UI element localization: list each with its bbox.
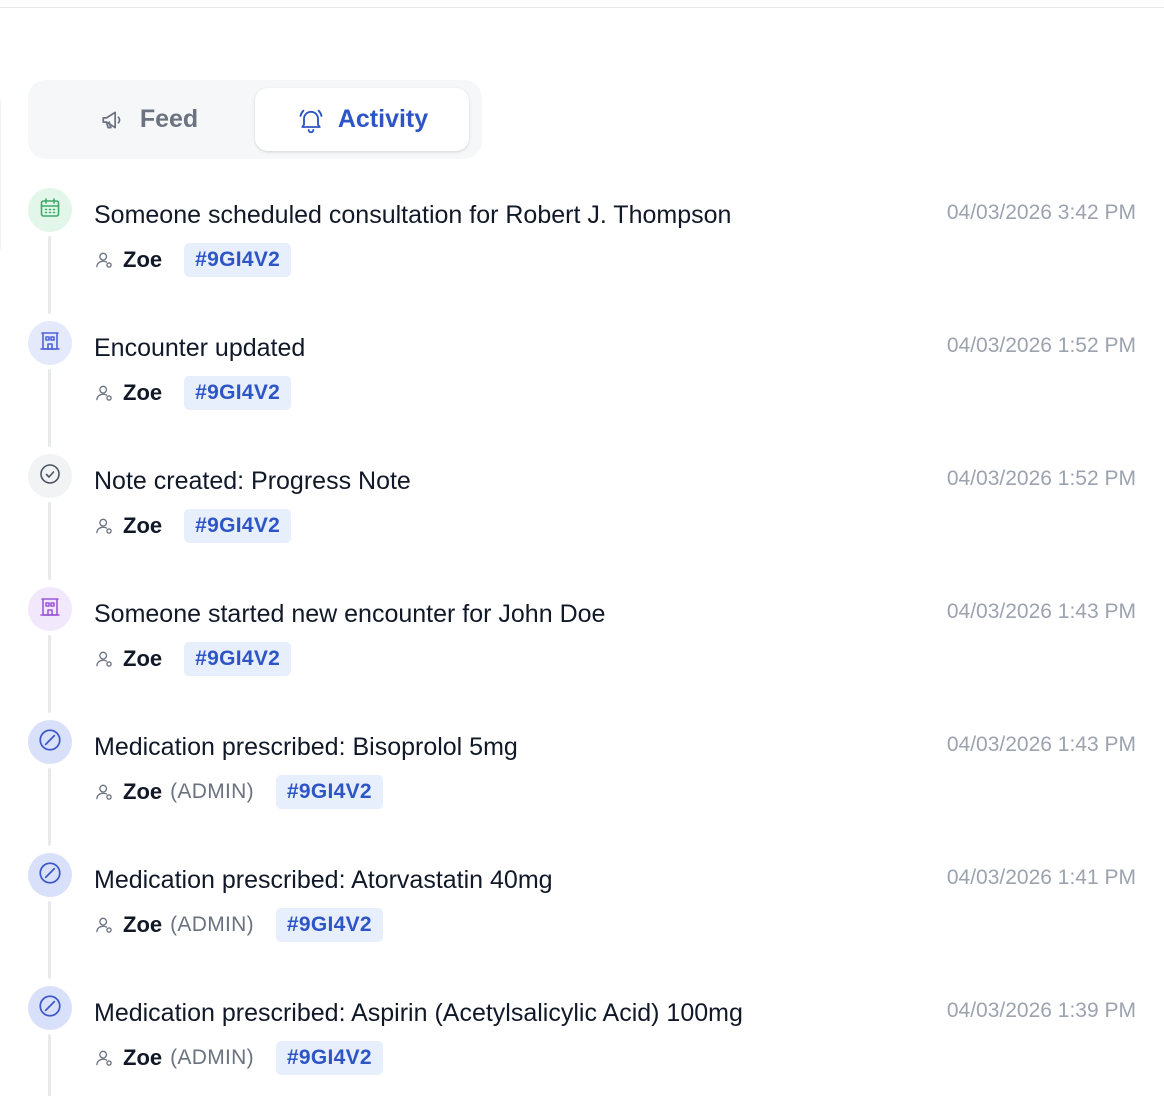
patient-tag[interactable]: #9GI4V2	[275, 775, 383, 809]
activity-timestamp: 04/03/2026 1:39 PM	[946, 999, 1136, 1022]
megaphone-icon	[98, 105, 128, 135]
activity-title: Someone scheduled consultation for Rober…	[94, 201, 732, 229]
activity-timestamp: 04/03/2026 3:42 PM	[946, 201, 1136, 224]
tab-activity[interactable]: Activity	[255, 88, 469, 151]
timeline-connector	[48, 369, 51, 447]
activity-meta: Zoe #9GI4V2	[94, 376, 292, 410]
building-icon	[38, 329, 62, 358]
patient-tag[interactable]: #9GI4V2	[184, 243, 292, 277]
activity-icon-badge	[28, 321, 72, 365]
timeline-connector	[48, 768, 51, 846]
user-icon	[94, 1048, 114, 1068]
activity-title: Note created: Progress Note	[94, 467, 411, 495]
user-icon	[94, 649, 114, 669]
tab-feed-label: Feed	[139, 105, 199, 133]
tab-feed[interactable]: Feed	[42, 88, 254, 151]
activity-icon-badge	[28, 720, 72, 764]
timeline-connector	[48, 635, 51, 713]
user-icon	[94, 383, 114, 403]
activity-meta: Zoe (ADMIN) #9GI4V2	[94, 908, 383, 942]
calendar-icon	[38, 196, 62, 225]
bell-ring-icon	[296, 105, 326, 135]
activity-icon-badge	[28, 986, 72, 1030]
activity-user-role: (ADMIN)	[170, 1046, 254, 1069]
activity-icon-badge	[28, 853, 72, 897]
activity-icon-badge	[28, 188, 72, 232]
activity-item: Medication prescribed: Aspirin (Acetylsa…	[0, 984, 1164, 1096]
user-icon	[94, 782, 114, 802]
timeline-connector	[48, 901, 51, 979]
activity-item: Medication prescribed: Atorvastatin 40mg…	[0, 851, 1164, 984]
activity-timestamp: 04/03/2026 1:52 PM	[946, 467, 1136, 490]
patient-tag[interactable]: #9GI4V2	[184, 642, 292, 676]
activity-item: Note created: Progress Note 04/03/2026 1…	[0, 452, 1164, 585]
activity-item: Someone scheduled consultation for Rober…	[0, 186, 1164, 319]
header-divider	[0, 7, 1164, 8]
pill-icon	[37, 860, 63, 891]
activity-meta: Zoe #9GI4V2	[94, 509, 292, 543]
activity-user: Zoe	[123, 513, 163, 538]
activity-meta: Zoe #9GI4V2	[94, 642, 292, 676]
activity-user: Zoe	[123, 1045, 163, 1070]
pill-icon	[37, 993, 63, 1024]
activity-timestamp: 04/03/2026 1:43 PM	[946, 733, 1136, 756]
activity-meta: Zoe (ADMIN) #9GI4V2	[94, 1041, 383, 1075]
activity-title: Medication prescribed: Atorvastatin 40mg	[94, 866, 553, 894]
activity-timestamp: 04/03/2026 1:43 PM	[946, 600, 1136, 623]
activity-title: Medication prescribed: Bisoprolol 5mg	[94, 733, 518, 761]
activity-title: Someone started new encounter for John D…	[94, 600, 606, 628]
timeline-connector	[48, 502, 51, 580]
patient-tag[interactable]: #9GI4V2	[275, 1041, 383, 1075]
activity-timestamp: 04/03/2026 1:52 PM	[946, 334, 1136, 357]
check-circle-icon	[38, 462, 62, 491]
activity-item: Medication prescribed: Bisoprolol 5mg 04…	[0, 718, 1164, 851]
patient-tag[interactable]: #9GI4V2	[184, 509, 292, 543]
view-tabs: Feed Activity	[28, 80, 482, 159]
user-icon	[94, 250, 114, 270]
tab-activity-label: Activity	[337, 105, 429, 133]
activity-user: Zoe	[123, 779, 163, 804]
activity-item: Someone started new encounter for John D…	[0, 585, 1164, 718]
activity-user-role: (ADMIN)	[170, 913, 254, 936]
activity-timeline: Someone scheduled consultation for Rober…	[0, 186, 1164, 1096]
building-icon	[38, 595, 62, 624]
patient-tag[interactable]: #9GI4V2	[184, 376, 292, 410]
user-icon	[94, 516, 114, 536]
activity-item: Encounter updated 04/03/2026 1:52 PM Zoe…	[0, 319, 1164, 452]
timeline-connector	[48, 1034, 51, 1096]
activity-timestamp: 04/03/2026 1:41 PM	[946, 866, 1136, 889]
pill-icon	[37, 727, 63, 758]
activity-user: Zoe	[123, 380, 163, 405]
activity-user: Zoe	[123, 646, 163, 671]
activity-title: Encounter updated	[94, 334, 306, 362]
activity-title: Medication prescribed: Aspirin (Acetylsa…	[94, 999, 743, 1027]
activity-user-role: (ADMIN)	[170, 780, 254, 803]
user-icon	[94, 915, 114, 935]
activity-meta: Zoe #9GI4V2	[94, 243, 292, 277]
activity-meta: Zoe (ADMIN) #9GI4V2	[94, 775, 383, 809]
timeline-connector	[48, 236, 51, 314]
activity-user: Zoe	[123, 912, 163, 937]
activity-user: Zoe	[123, 247, 163, 272]
activity-icon-badge	[28, 454, 72, 498]
patient-tag[interactable]: #9GI4V2	[275, 908, 383, 942]
activity-icon-badge	[28, 587, 72, 631]
